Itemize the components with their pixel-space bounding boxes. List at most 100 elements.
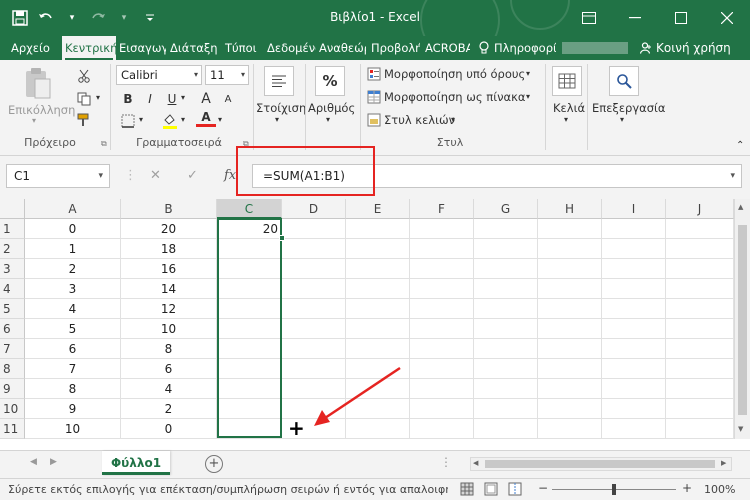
- cell-i2[interactable]: [602, 239, 666, 259]
- cell-f11[interactable]: [410, 419, 474, 439]
- row-header[interactable]: 8: [0, 359, 25, 379]
- row-header[interactable]: 1: [0, 219, 25, 239]
- cell-h2[interactable]: [538, 239, 602, 259]
- clipboard-launcher-icon[interactable]: ⧉: [101, 139, 107, 149]
- row-header[interactable]: 3: [0, 259, 25, 279]
- format-as-table-dropdown-icon[interactable]: ▾: [526, 92, 530, 101]
- cancel-formula-button[interactable]: ✕: [150, 168, 161, 183]
- borders-icon[interactable]: [118, 111, 138, 131]
- cell-e2[interactable]: [346, 239, 410, 259]
- number-dropdown-icon[interactable]: ▾: [326, 115, 330, 124]
- cell-a7[interactable]: 6: [25, 339, 121, 359]
- cell-f2[interactable]: [410, 239, 474, 259]
- cell-e5[interactable]: [346, 299, 410, 319]
- scroll-down-icon[interactable]: ▼: [738, 425, 743, 433]
- cell-d1[interactable]: [282, 219, 346, 239]
- add-sheet-button[interactable]: +: [205, 455, 223, 473]
- tab-insert[interactable]: Εισαγωγή: [116, 36, 166, 60]
- alignment-icon[interactable]: [264, 66, 294, 96]
- horizontal-scroll-thumb[interactable]: [485, 460, 715, 468]
- column-header-j[interactable]: J: [666, 199, 734, 219]
- collapse-ribbon-icon[interactable]: ⌃: [736, 140, 744, 151]
- cell-i10[interactable]: [602, 399, 666, 419]
- tab-layout[interactable]: Διάταξη: [167, 36, 219, 60]
- copy-icon[interactable]: [74, 89, 94, 109]
- zoom-slider-thumb[interactable]: [612, 484, 616, 495]
- cell-d7[interactable]: [282, 339, 346, 359]
- alignment-dropdown-icon[interactable]: ▾: [275, 115, 279, 124]
- cell-i1[interactable]: [602, 219, 666, 239]
- cell-g2[interactable]: [474, 239, 538, 259]
- close-button[interactable]: [704, 0, 750, 36]
- shrink-font-button[interactable]: A: [218, 89, 238, 109]
- fill-handle[interactable]: [279, 235, 285, 241]
- sheet-next-icon[interactable]: ▶: [50, 457, 57, 467]
- cell-h6[interactable]: [538, 319, 602, 339]
- normal-view-icon[interactable]: [460, 482, 474, 499]
- tab-review[interactable]: Αναθεώρηση: [316, 36, 366, 60]
- cells-dropdown-icon[interactable]: ▾: [564, 115, 568, 124]
- name-box[interactable]: C1 ▾: [6, 164, 110, 188]
- font-size-combo[interactable]: 11 ▾: [205, 65, 249, 85]
- cell-g9[interactable]: [474, 379, 538, 399]
- cell-a11[interactable]: 10: [25, 419, 121, 439]
- conditional-formatting-dropdown-icon[interactable]: ▾: [526, 69, 530, 78]
- cell-b1[interactable]: 20: [121, 219, 217, 239]
- sheet-prev-icon[interactable]: ◀: [30, 457, 37, 467]
- number-format-button[interactable]: %: [315, 66, 345, 96]
- page-break-view-icon[interactable]: [508, 482, 522, 499]
- cell-f9[interactable]: [410, 379, 474, 399]
- italic-button[interactable]: I: [140, 89, 160, 109]
- tell-me-box[interactable]: Πληροφορίες: [478, 36, 556, 60]
- column-header-g[interactable]: G: [474, 199, 538, 219]
- column-header-i[interactable]: I: [602, 199, 666, 219]
- copy-dropdown-icon[interactable]: ▾: [96, 93, 100, 102]
- zoom-level[interactable]: 100%: [704, 483, 735, 496]
- cell-h1[interactable]: [538, 219, 602, 239]
- cell-a2[interactable]: 1: [25, 239, 121, 259]
- cell-j2[interactable]: [666, 239, 734, 259]
- cell-h4[interactable]: [538, 279, 602, 299]
- cell-b6[interactable]: 10: [121, 319, 217, 339]
- ribbon-display-options-icon[interactable]: [566, 0, 612, 36]
- cell-g1[interactable]: [474, 219, 538, 239]
- cell-f6[interactable]: [410, 319, 474, 339]
- cell-g10[interactable]: [474, 399, 538, 419]
- cell-h11[interactable]: [538, 419, 602, 439]
- row-header[interactable]: 7: [0, 339, 25, 359]
- scroll-right-icon[interactable]: ▶: [721, 459, 726, 467]
- cell-j1[interactable]: [666, 219, 734, 239]
- zoom-out-button[interactable]: −: [538, 481, 548, 495]
- cell-e4[interactable]: [346, 279, 410, 299]
- cell-a4[interactable]: 3: [25, 279, 121, 299]
- vertical-scroll-thumb[interactable]: [738, 225, 747, 415]
- format-painter-icon[interactable]: [74, 110, 94, 130]
- cell-i6[interactable]: [602, 319, 666, 339]
- cell-f10[interactable]: [410, 399, 474, 419]
- cells-icon[interactable]: [552, 66, 582, 96]
- cell-b9[interactable]: 4: [121, 379, 217, 399]
- cell-j6[interactable]: [666, 319, 734, 339]
- insert-function-button[interactable]: fx: [224, 168, 236, 183]
- cell-f3[interactable]: [410, 259, 474, 279]
- row-header[interactable]: 4: [0, 279, 25, 299]
- page-layout-view-icon[interactable]: [484, 482, 498, 499]
- zoom-in-button[interactable]: +: [682, 481, 692, 495]
- cell-j8[interactable]: [666, 359, 734, 379]
- row-header[interactable]: 11: [0, 419, 25, 439]
- cell-h5[interactable]: [538, 299, 602, 319]
- cell-a10[interactable]: 9: [25, 399, 121, 419]
- underline-button[interactable]: U: [162, 89, 182, 109]
- row-header[interactable]: 2: [0, 239, 25, 259]
- cell-i7[interactable]: [602, 339, 666, 359]
- cell-e3[interactable]: [346, 259, 410, 279]
- font-color-button[interactable]: A: [196, 109, 216, 127]
- cell-g8[interactable]: [474, 359, 538, 379]
- cell-a8[interactable]: 7: [25, 359, 121, 379]
- cell-styles-dropdown-icon[interactable]: ▾: [451, 115, 455, 124]
- cell-d5[interactable]: [282, 299, 346, 319]
- fill-color-icon[interactable]: [160, 111, 180, 131]
- cell-b5[interactable]: 12: [121, 299, 217, 319]
- cell-a6[interactable]: 5: [25, 319, 121, 339]
- cell-j11[interactable]: [666, 419, 734, 439]
